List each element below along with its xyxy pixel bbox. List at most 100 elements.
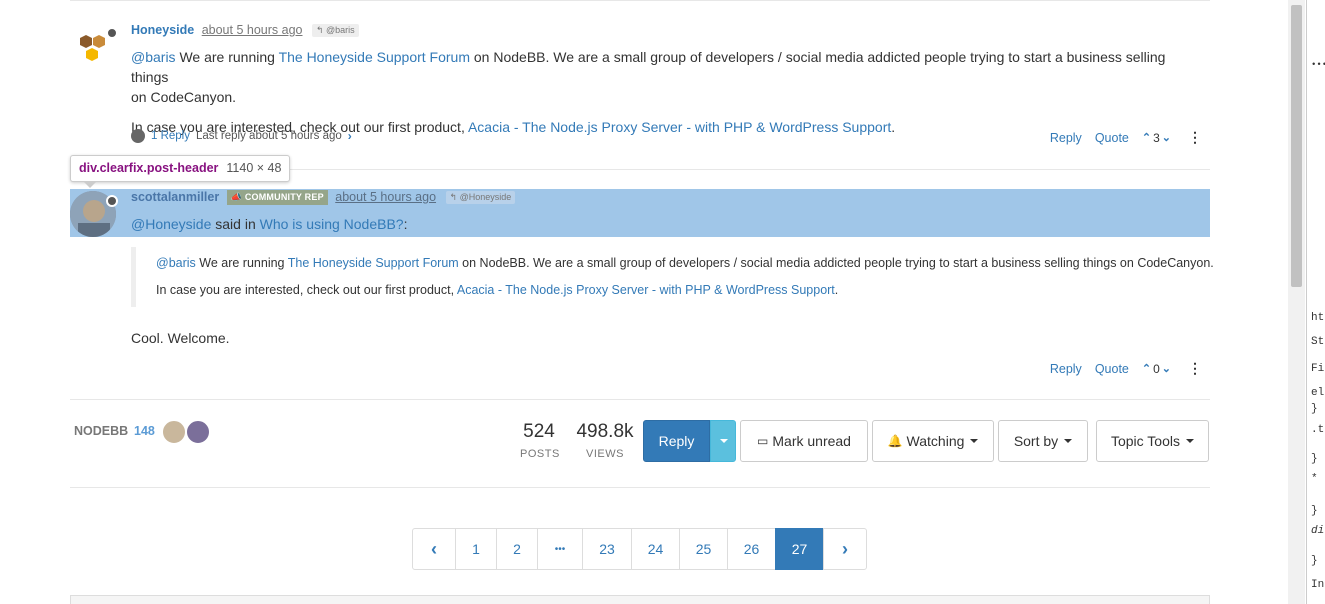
views-label: VIEWS [586,448,624,460]
more-icon[interactable]: ••• [1311,60,1325,70]
tooltip-arrow [83,181,97,188]
next-page-button[interactable]: › [823,528,867,570]
badge-label: COMMUNITY REP [244,192,324,203]
page-link[interactable]: 23 [582,528,632,570]
reply-to-tag[interactable]: ↰ @Honeyside [445,191,516,205]
page-link[interactable]: 26 [727,528,776,570]
text: on CodeCanyon. [131,89,237,105]
post-actions: Reply Quote ⌃ 3 ⌄ ⋮ [1050,129,1202,146]
devtools-line[interactable]: Fil [1311,363,1325,375]
replies-count[interactable]: 1 Reply [151,130,190,142]
views-stat: 498.8k VIEWS [574,420,636,460]
forum-link[interactable]: The Honeyside Support Forum [288,256,459,270]
vote-widget: ⌃ 0 ⌄ [1142,362,1171,376]
post-footer: Reply Quote ⌃ 0 ⌄ ⋮ [70,360,1210,380]
inbox-icon: ▭ [757,434,769,448]
reply-to-user: @Honeyside [459,192,512,203]
downvote-icon[interactable]: ⌄ [1162,362,1171,375]
username[interactable]: Honeyside [131,23,194,37]
reply-topic-button[interactable]: Reply [643,420,710,462]
posts-label: POSTS [520,448,560,460]
community-rep-badge: 📣 COMMUNITY REP [226,190,328,206]
sort-by-dropdown[interactable]: Sort by [998,420,1088,462]
product-link[interactable]: Acacia - The Node.js Proxy Server - with… [457,283,835,297]
forum-link[interactable]: The Honeyside Support Forum [279,49,470,65]
devtools-line: * [1311,473,1318,485]
posts-stat: 524 POSTS [520,420,560,460]
text: on NodeBB. We are a small group of devel… [458,256,1214,270]
topic-link[interactable]: Who is using NodeBB? [260,216,404,232]
devtools-line: } [1311,403,1318,415]
participant-avatar[interactable] [162,420,186,444]
watching-dropdown[interactable]: 🔔 Watching [872,420,994,462]
topic-tools-dropdown[interactable]: Topic Tools [1096,420,1209,462]
quote-paragraph-2: In case you are interested, check out ou… [156,283,838,297]
reply-button[interactable]: Reply [1050,131,1082,145]
divider [70,399,1210,400]
devtools-line: el [1311,387,1325,399]
topic-tools-label: Topic Tools [1110,433,1180,449]
status-dot [106,27,118,39]
reply-to-user: @baris [326,25,355,36]
upvote-icon[interactable]: ⌃ [1142,362,1151,375]
mention-link[interactable]: @baris [131,49,176,65]
more-options-icon[interactable]: ⋮ [1188,129,1202,146]
sort-by-label: Sort by [1013,433,1059,449]
mark-unread-button[interactable]: ▭ Mark unread [740,420,868,462]
page-link[interactable]: 24 [631,528,680,570]
category-label[interactable]: NODEBB [74,424,128,438]
devtools-line: .t [1311,424,1325,436]
quote-button[interactable]: Quote [1095,131,1129,145]
devtools-panel[interactable]: ••• ht St Fil el } .t } * } di } Inh [1306,0,1325,604]
page-link[interactable]: 2 [496,528,538,570]
quote-button[interactable]: Quote [1095,362,1129,376]
post-footer: 1 Reply Last reply about 5 hours ago › R… [70,129,1210,149]
upvote-icon[interactable]: ⌃ [1142,131,1151,144]
status-dot [106,195,118,207]
reply-button[interactable]: Reply [1050,362,1082,376]
username[interactable]: scottalanmiller [131,190,219,204]
caret-down-icon [720,439,728,443]
prev-page-button[interactable]: ‹ [412,528,456,570]
post-body: @baris We are running The Honeyside Supp… [131,47,1206,137]
topic-toolbar: NODEBB 148 524 POSTS 498.8k VIEWS Reply … [70,420,1210,462]
replies-summary[interactable]: 1 Reply Last reply about 5 hours ago › [131,129,352,143]
text: said in [211,216,260,232]
participant-count: 148 [134,424,155,438]
page-link-active[interactable]: 27 [775,528,824,570]
dimensions-text: 1140 × 48 [226,161,282,175]
post-body: Cool. Welcome. [131,330,230,346]
reply-to-tag[interactable]: ↰ @baris [311,24,359,38]
watching-label: Watching [906,433,965,449]
last-reply-text: Last reply about 5 hours ago [196,130,342,142]
views-count: 498.8k [576,421,634,442]
mention-link[interactable]: @Honeyside [131,216,211,232]
blockquote: @baris We are running The Honeyside Supp… [131,247,1214,307]
page-link[interactable]: 1 [455,528,497,570]
participant-avatar[interactable] [186,420,210,444]
devtools-line: } [1311,453,1318,465]
text: . [834,283,839,297]
scrollbar-thumb[interactable] [1291,5,1302,287]
devtools-line[interactable]: St [1311,336,1324,348]
timestamp-link[interactable]: about 5 hours ago [202,23,303,37]
mark-unread-label: Mark unread [772,433,851,449]
bottom-panel [70,595,1210,604]
text: We are running [195,256,288,270]
downvote-icon[interactable]: ⌄ [1162,131,1171,144]
mention-link[interactable]: @baris [156,256,196,270]
page-ellipsis[interactable]: ••• [537,528,583,570]
timestamp-link[interactable]: about 5 hours ago [335,190,436,204]
divider [70,0,1210,1]
page-link[interactable]: 25 [679,528,728,570]
post-header: Honeyside about 5 hours ago ↰ @baris [131,23,359,38]
chevron-left-icon: ‹ [431,538,437,559]
replier-avatar [131,129,145,143]
devtools-line: } [1311,555,1318,567]
reply-dropdown-toggle[interactable] [710,420,736,462]
caret-down-icon [970,439,979,443]
chevron-right-icon: › [347,129,352,143]
devtools-line: Inh [1311,579,1325,591]
more-options-icon[interactable]: ⋮ [1188,360,1202,377]
page-scrollbar[interactable] [1288,0,1305,604]
